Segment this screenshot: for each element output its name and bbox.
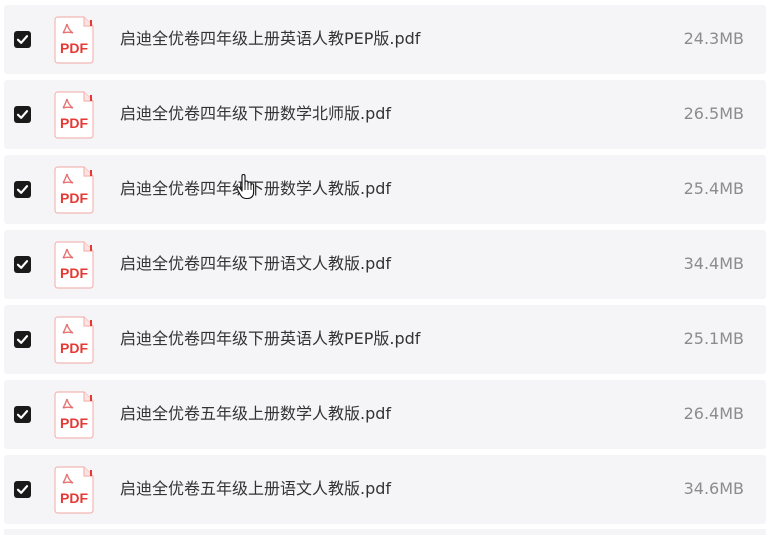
file-name: 启迪全优卷四年级下册英语人教PEP版.pdf (120, 329, 421, 348)
file-name: 启迪全优卷四年级下册数学北师版.pdf (120, 104, 392, 123)
file-row[interactable]: PDF 启迪全优卷五年级上册语文人教版.pdf 34.6MB (4, 455, 766, 524)
pdf-file-icon: PDF (54, 466, 96, 514)
file-row[interactable]: PDF 启迪全优卷四年级下册数学人教版.pdf 25.4MB (4, 155, 766, 224)
checkbox-checked-icon[interactable] (14, 481, 31, 498)
pdf-label: PDF (60, 190, 88, 206)
file-row[interactable]: PDF 启迪全优卷五年级上册数学人教版.pdf 26.4MB (4, 380, 766, 449)
checkbox-checked-icon[interactable] (14, 331, 31, 348)
file-size: 25.4MB (683, 179, 744, 198)
file-name: 启迪全优卷五年级上册语文人教版.pdf (120, 479, 392, 498)
file-size: 34.6MB (683, 479, 744, 498)
pdf-label: PDF (60, 415, 88, 431)
pdf-label: PDF (60, 340, 88, 356)
file-name: 启迪全优卷四年级下册数学人教版.pdf (120, 179, 392, 198)
file-row[interactable]: PDF 启迪全优卷四年级下册英语人教PEP版.pdf 25.1MB (4, 305, 766, 374)
pdf-label: PDF (60, 490, 88, 506)
file-name: 启迪全优卷四年级下册语文人教版.pdf (120, 254, 392, 273)
file-size: 26.4MB (683, 404, 744, 423)
checkbox-checked-icon[interactable] (14, 106, 31, 123)
file-list: PDF 启迪全优卷四年级上册英语人教PEP版.pdf 24.3MB PDF 启迪… (0, 0, 766, 535)
file-name: 启迪全优卷五年级上册数学人教版.pdf (120, 404, 392, 423)
checkbox-checked-icon[interactable] (14, 256, 31, 273)
file-size: 34.4MB (683, 254, 744, 273)
file-name: 启迪全优卷四年级上册英语人教PEP版.pdf (120, 29, 421, 48)
file-row[interactable]: PDF 启迪全优卷四年级下册数学北师版.pdf 26.5MB (4, 80, 766, 149)
pdf-file-icon: PDF (54, 91, 96, 139)
checkbox-checked-icon[interactable] (14, 181, 31, 198)
file-row-partial (4, 529, 766, 535)
pdf-label: PDF (60, 115, 88, 131)
pdf-file-icon: PDF (54, 391, 96, 439)
file-row[interactable]: PDF 启迪全优卷四年级下册语文人教版.pdf 34.4MB (4, 230, 766, 299)
file-row[interactable]: PDF 启迪全优卷四年级上册英语人教PEP版.pdf 24.3MB (4, 5, 766, 74)
file-size: 25.1MB (683, 329, 744, 348)
pdf-label: PDF (60, 40, 88, 56)
pdf-file-icon: PDF (54, 316, 96, 364)
pdf-file-icon: PDF (54, 16, 96, 64)
file-size: 26.5MB (683, 104, 744, 123)
checkbox-checked-icon[interactable] (14, 406, 31, 423)
pdf-label: PDF (60, 265, 88, 281)
pdf-file-icon: PDF (54, 166, 96, 214)
file-size: 24.3MB (683, 29, 744, 48)
pdf-file-icon: PDF (54, 241, 96, 289)
checkbox-checked-icon[interactable] (14, 31, 31, 48)
